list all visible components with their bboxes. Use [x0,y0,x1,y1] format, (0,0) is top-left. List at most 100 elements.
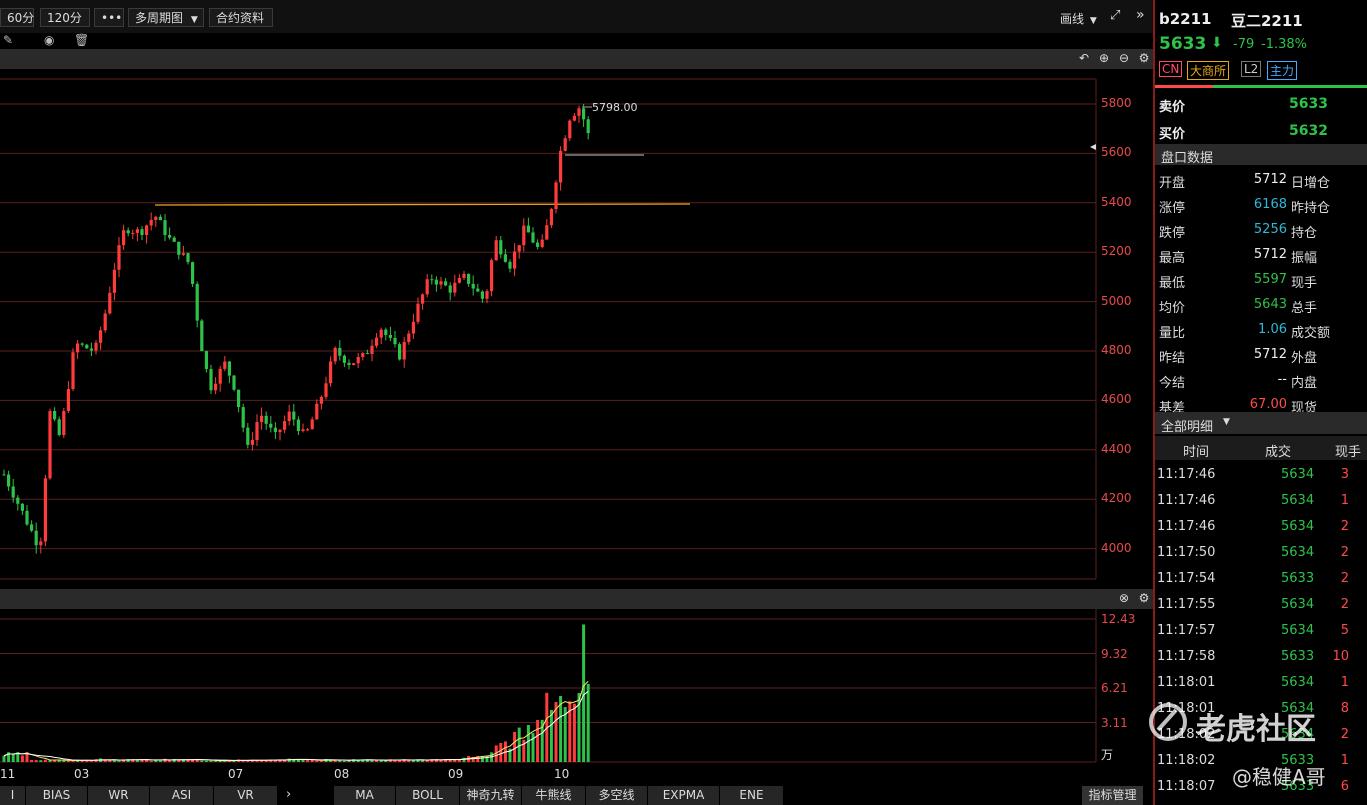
gear-icon[interactable]: ⚙ [1137,51,1151,65]
price-change-pct: -1.38% [1261,37,1307,52]
indicator-manage-button[interactable]: 指标管理 [1082,786,1144,805]
tab-ma[interactable]: MA [334,786,396,805]
candle-body [227,361,231,376]
volume-bar [301,760,305,762]
tab-wr[interactable]: WR [88,786,150,805]
candle-body [485,291,489,299]
candle-body [365,353,369,355]
trade-time: 11:17:46 [1157,493,1216,508]
contract-info-button[interactable]: 合约资料 [209,8,273,27]
quote-row-label2: 振幅 [1291,251,1318,266]
tab-magic-nine[interactable]: 神奇九转 [460,786,522,805]
trade-price: 5634 [1281,675,1315,690]
tab-asi[interactable]: ASI [150,786,214,805]
period-60-button[interactable]: 60分 [0,8,34,27]
trade-time: 11:18:07 [1157,779,1216,794]
volume-bar [306,760,310,762]
bid-ask-bar-green [1213,85,1367,88]
volume-axis-label: 6.21 [1101,681,1128,695]
quote-row-label2: 现手 [1291,276,1318,291]
multi-period-dropdown[interactable]: 多周期图 ▼ [128,8,204,27]
tab-ene[interactable]: ENE [720,786,784,805]
candle-body [186,253,190,263]
candle-body [145,225,149,236]
main-panel-header: ↶ ⊕ ⊖ ⚙ [0,49,1153,69]
candle-body [494,240,498,261]
draw-line-label: 画线 [1060,12,1085,26]
quote-row: 跌停 5256 持仓 [1159,218,1367,243]
more-button[interactable]: ••• [94,8,124,27]
candle-body [163,220,167,236]
fullscreen-icon[interactable]: ⤢ [1110,8,1120,23]
tab-long-short[interactable]: 多空线 [586,786,648,805]
candle-body [462,273,466,278]
price-axis-label: 4600 [1101,392,1132,407]
tab-indicator-1[interactable]: I [0,786,26,805]
eye-icon[interactable]: ◉ [44,33,54,47]
candlestick-chart[interactable]: 5800 5600 5400 5200 5000 4800 4600 4400 4200 4000… [0,69,1153,589]
pencil-icon[interactable]: ✎ [3,33,13,47]
time-axis-label: 09 [448,767,464,781]
candle-body [361,353,365,357]
trade-row: 11:18:01 5634 8 [1157,696,1367,722]
trade-time: 11:17:46 [1157,519,1216,534]
zoom-in-icon[interactable]: ⊕ [1097,51,1111,65]
candle-body [503,254,507,262]
expand-right-icon[interactable]: » [1136,7,1145,23]
trade-volume: 1 [1340,753,1349,768]
price-axis-label: 5200 [1101,244,1132,259]
trade-row: 11:17:46 5634 1 [1157,488,1367,514]
price-axis-label: 5600 [1101,145,1132,160]
bid-ask-bar-red [1155,85,1213,88]
price-axis-label: 4200 [1101,491,1132,506]
volume-bar [20,755,24,762]
quote-row: 最低 5597 现手 [1159,268,1367,293]
candle-body [370,345,374,354]
candle-body [154,216,158,220]
draw-line-dropdown[interactable]: 画线 ▼ [1060,10,1097,27]
candle-body [384,329,388,335]
quote-row-label: 开盘 [1159,176,1186,191]
resistance-line [154,203,691,206]
candle-body [177,241,181,255]
undo-icon[interactable]: ↶ [1077,51,1091,65]
trade-price: 5633 [1281,571,1315,586]
trade-row: 11:17:55 5634 2 [1157,592,1367,618]
volume-bar [158,760,162,762]
candle-body [448,285,452,293]
candle-body [292,411,296,420]
tab-bias[interactable]: BIAS [26,786,88,805]
price-axis-label: 5400 [1101,194,1132,209]
candle-body [200,320,204,352]
trash-icon[interactable]: 🗑 [74,33,89,47]
candle-body [89,348,93,351]
tab-boll[interactable]: BOLL [396,786,460,805]
volume-chart[interactable]: 12.43 9.32 6.21 3.11 万 11 03 07 08 09 10 [0,609,1153,786]
candle-body [319,396,323,404]
market-data-header: 盘口数据 [1155,144,1367,166]
close-icon[interactable]: ⊗ [1117,591,1131,605]
volume-bar [375,760,379,762]
trades-filter-dropdown[interactable]: 全部明细 ▼ [1155,412,1367,435]
candle-body [246,427,250,445]
gear-icon[interactable]: ⚙ [1137,591,1151,605]
indicator-tabs: I BIAS WR ASI VR › MA BOLL 神奇九转 牛熊线 多空线 … [0,786,1153,805]
tab-bull-bear[interactable]: 牛熊线 [522,786,586,805]
volume-bar [117,760,121,762]
candle-body [76,343,80,353]
trade-volume: 1 [1340,675,1349,690]
trade-volume: 1 [1340,493,1349,508]
trade-time: 11:17:54 [1157,571,1216,586]
period-120-button[interactable]: 120分 [40,8,90,27]
volume-bar [342,760,346,762]
zoom-out-icon[interactable]: ⊖ [1117,51,1131,65]
candle-body [568,120,572,139]
candle-body [554,182,558,210]
candle-body [434,279,438,285]
volume-bar [513,731,517,762]
volume-bar [315,760,319,762]
chevron-right-icon[interactable]: › [286,787,291,802]
tab-vr[interactable]: VR [214,786,278,805]
tab-expma[interactable]: EXPMA [648,786,720,805]
quote-row-value: 6168 [1253,197,1287,212]
